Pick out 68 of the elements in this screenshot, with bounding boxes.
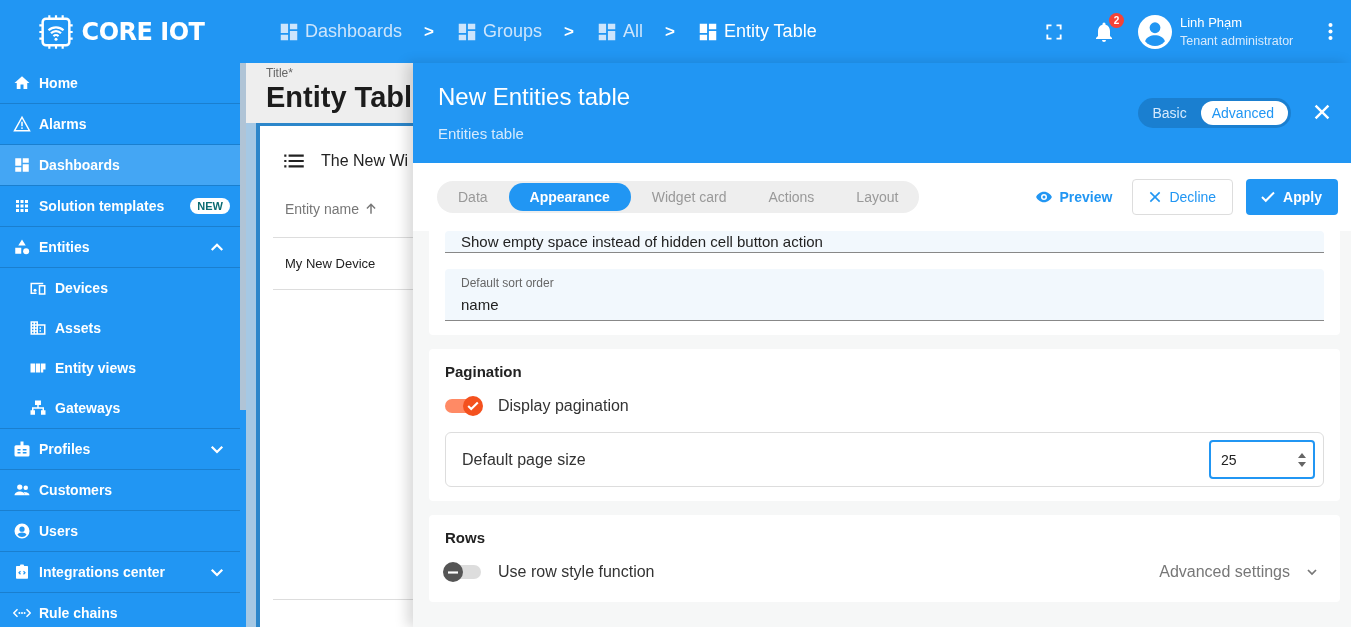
column-header[interactable]: Entity name [285,201,378,217]
breadcrumb-link[interactable]: Groups [456,20,543,43]
sidebar-item[interactable]: Integrations center [0,552,240,593]
table-cell: My New Device [285,256,376,271]
widget-title: The New Wi [321,151,409,170]
apply-button[interactable]: Apply [1246,179,1338,215]
sidebar-subitem[interactable]: Gateways [0,388,240,428]
user-name: Linh Phạm [1180,15,1244,30]
toggle-label: Display pagination [498,397,629,415]
integration-icon [13,563,31,581]
text-field[interactable]: Show empty space instead of hidden cell button action [445,231,1324,253]
tab[interactable]: Widget card [630,183,748,211]
panel-subtitle: Entities table [438,125,525,142]
field-value: name [461,296,500,313]
breadcrumb-link[interactable]: Entity Table [696,20,817,43]
hierarchy-icon [29,399,47,417]
field-value: Show empty space instead of hidden cell button action [461,233,824,250]
sidebar-subitem[interactable]: Entity views [0,348,240,388]
sidebar-item[interactable]: Dashboards [0,145,240,186]
sidebar-subitem[interactable]: Assets [0,308,240,348]
tab[interactable]: Layout [835,183,920,211]
advanced-settings-toggle[interactable]: Advanced settings [1159,563,1324,581]
panel-title: New Entities table [438,83,632,111]
sidebar-item[interactable]: Solution templates NEW [0,186,240,227]
breadcrumb-link[interactable]: All [595,20,643,43]
user-role: Tenant administrator [1180,34,1295,48]
field-label: Default sort order [461,276,555,290]
breadcrumb-separator: > [665,21,675,42]
sidebar-item[interactable]: Profiles [0,429,240,470]
fullscreen-icon [1044,21,1064,42]
warning-icon [13,115,31,133]
dashboard-title: Entity Tabl [266,80,413,114]
scrollbar-thumb[interactable] [240,63,246,410]
field-label: Title* [266,66,294,80]
toggle-switch[interactable] [445,399,481,413]
check-icon [467,401,479,411]
more-menu-button[interactable] [1328,23,1333,40]
tab[interactable]: Appearance [508,183,631,211]
tab[interactable]: Actions [747,183,836,211]
toggle-label: Use row style function [498,563,655,581]
decline-button[interactable]: Decline [1132,179,1234,215]
breadcrumb-separator: > [564,21,574,42]
fullscreen-button[interactable] [1044,21,1064,42]
breadcrumb-separator: > [424,21,434,42]
new-badge: NEW [190,198,230,214]
more-vertical-icon [1328,23,1333,40]
sidebar-subitem[interactable]: Devices [0,268,240,308]
section-title: Rows [445,529,486,546]
text-field[interactable]: Default sort order name [445,269,1324,321]
setting-label: Default page size [462,450,586,469]
home-icon [13,74,31,92]
preview-button[interactable]: Preview [1035,179,1113,215]
minus-icon [448,570,458,574]
logo-text: CORE IOT [81,17,205,46]
number-input[interactable]: 25 [1209,440,1315,479]
breadcrumb-link[interactable]: Dashboards [278,20,403,43]
grid-icon [13,197,31,215]
mode-option[interactable]: Advanced [1200,101,1288,125]
dashboard-icon [13,156,31,174]
notification-count: 2 [1109,12,1124,28]
tab[interactable]: Data [437,183,509,211]
toggle-switch[interactable] [445,565,481,579]
badge-icon [13,440,31,458]
shapes-icon [13,238,31,256]
avatar-icon [1138,14,1172,49]
building-icon [29,319,47,337]
mode-option[interactable]: Basic [1141,101,1201,125]
section-title: Pagination [445,363,523,380]
